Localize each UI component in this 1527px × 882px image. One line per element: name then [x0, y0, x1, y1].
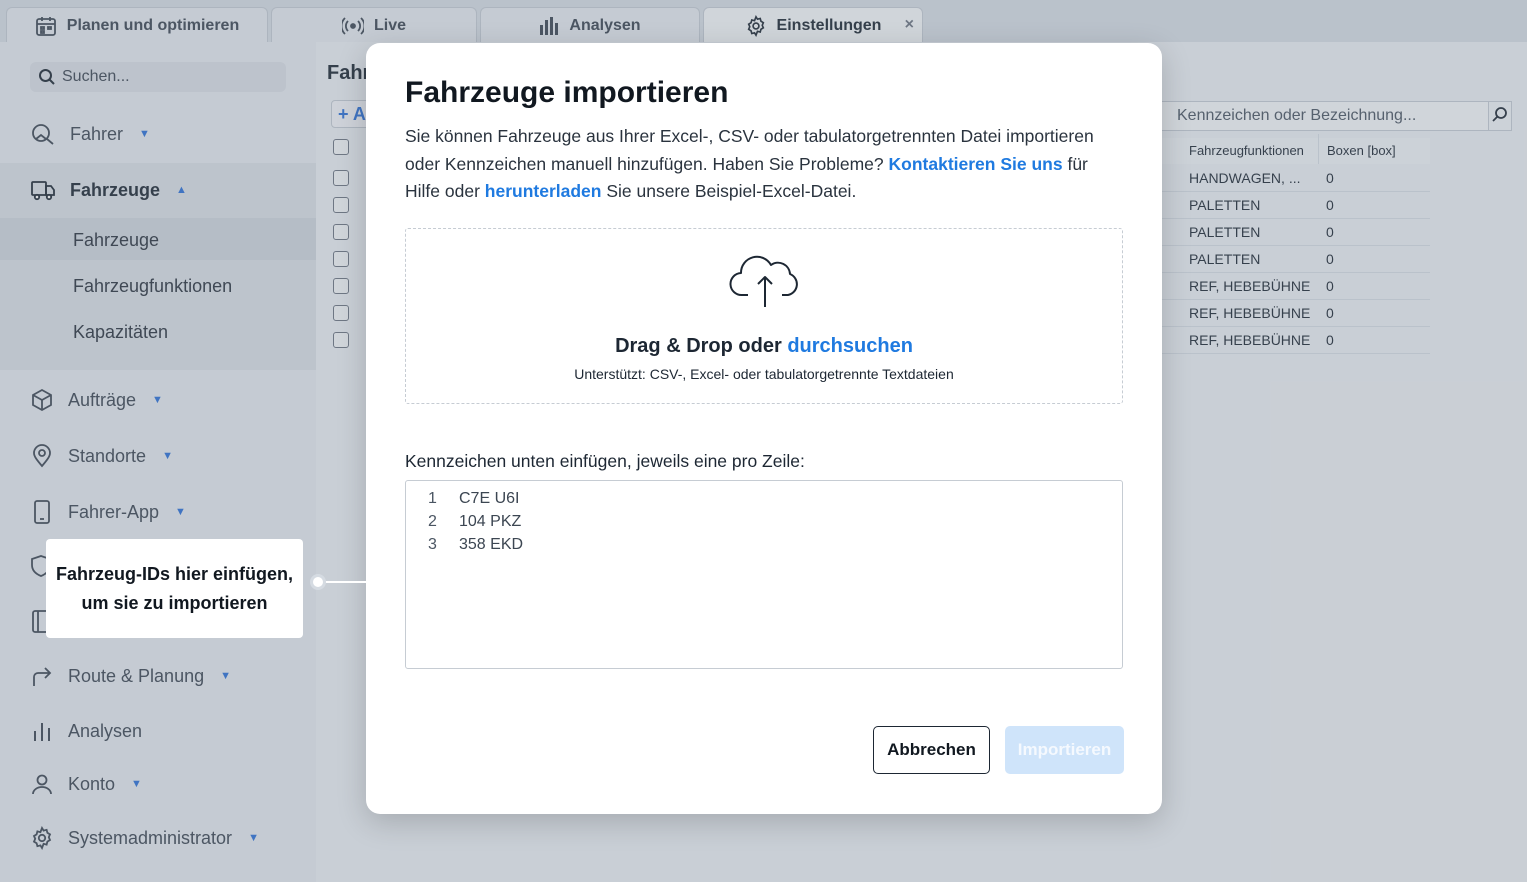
- editor-line: 3 358 EKD: [406, 533, 1122, 556]
- cloud-upload-icon: [728, 251, 802, 314]
- supported-formats: Unterstützt: CSV-, Excel- oder tabulator…: [574, 366, 954, 382]
- line-text: C7E U6I: [459, 489, 520, 507]
- paste-label: Kennzeichen unten einfügen, jeweils eine…: [405, 451, 805, 471]
- browse-link[interactable]: durchsuchen: [787, 335, 913, 357]
- import-button[interactable]: Importieren: [1005, 726, 1124, 774]
- import-vehicles-dialog: Fahrzeuge importieren Sie können Fahrzeu…: [366, 43, 1162, 814]
- annotation-callout: Fahrzeug-IDs hier einfügen, um sie zu im…: [46, 539, 303, 638]
- line-number: 2: [428, 512, 437, 530]
- callout-dot: [310, 574, 326, 590]
- contact-us-link[interactable]: Kontaktieren Sie uns: [889, 154, 1063, 174]
- drop-instruction: Drag & Drop oder durchsuchen: [406, 335, 1122, 358]
- dialog-description: Sie können Fahrzeuge aus Ihrer Excel-, C…: [405, 123, 1105, 206]
- download-sample-link[interactable]: herunterladen: [485, 181, 602, 201]
- line-number: 3: [428, 535, 437, 553]
- editor-line: 1 C7E U6I: [406, 487, 1122, 510]
- drop-text: Drag & Drop oder: [615, 335, 788, 357]
- license-plate-textarea[interactable]: 1 C7E U6I 2 104 PKZ 3 358 EKD: [405, 480, 1123, 669]
- line-number: 1: [428, 489, 437, 507]
- line-text: 104 PKZ: [459, 512, 522, 530]
- desc-text: Sie unsere Beispiel-Excel-Datei.: [601, 181, 857, 201]
- editor-line: 2 104 PKZ: [406, 510, 1122, 533]
- dialog-title: Fahrzeuge importieren: [405, 76, 729, 109]
- line-text: 358 EKD: [459, 535, 524, 553]
- file-dropzone[interactable]: Drag & Drop oder durchsuchen Unterstützt…: [405, 228, 1123, 404]
- cancel-button[interactable]: Abbrechen: [873, 726, 990, 774]
